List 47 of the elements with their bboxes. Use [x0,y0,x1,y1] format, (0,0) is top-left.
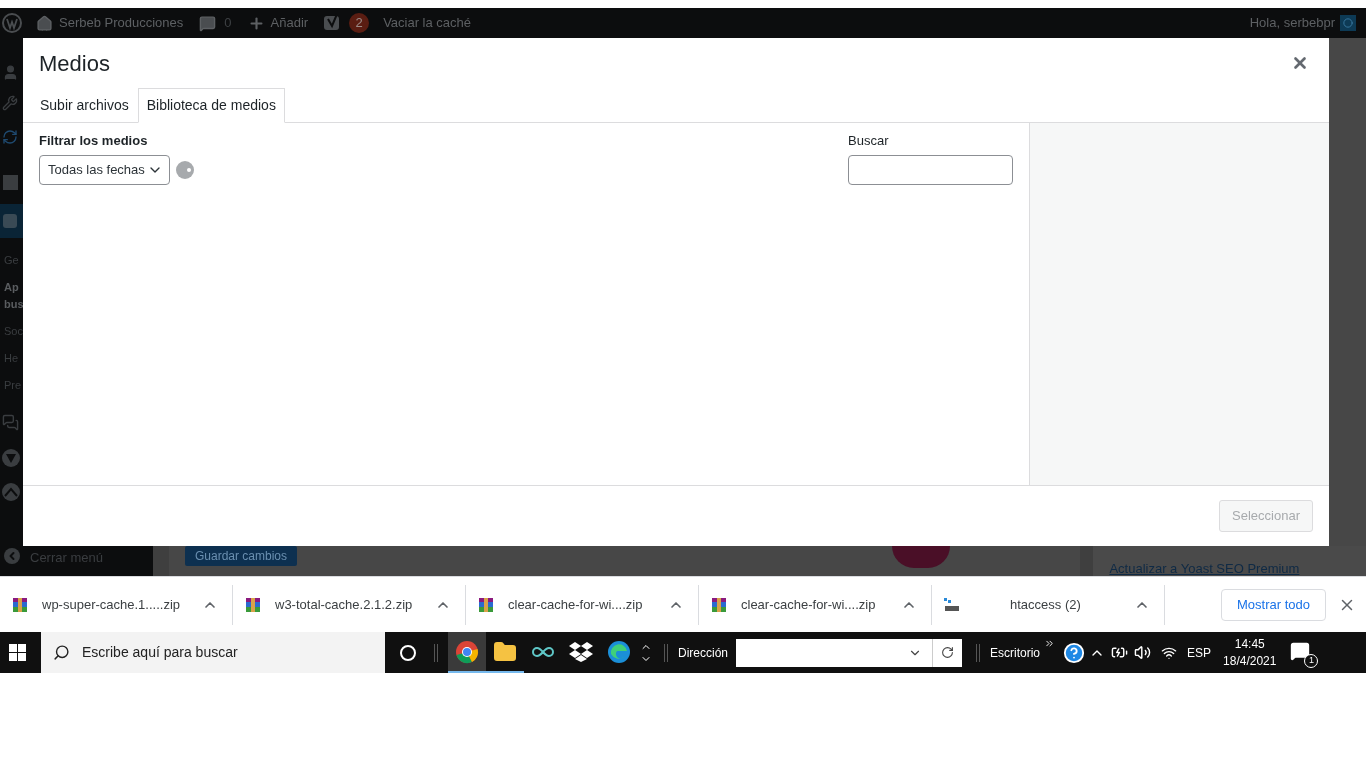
archive-icon [478,596,494,613]
sidebar-menu-item[interactable]: Ap bus [4,279,24,313]
comment-icon [199,14,217,32]
download-item[interactable]: wp-super-cache.1.....zip [12,594,202,615]
taskbar-search-field[interactable]: Escribe aquí para buscar [41,632,385,673]
help-icon[interactable] [1063,641,1086,664]
archive-icon [245,596,261,613]
clock[interactable]: 14:45 18/4/2021 [1223,635,1277,670]
spinner-icon [176,161,194,179]
date-filter-dropdown[interactable]: Todas las fechas [39,155,170,185]
add-new-link[interactable]: Añadir [270,13,309,33]
desktop-label: Escritorio [990,644,1041,662]
search-field[interactable] [848,155,1013,185]
filter-label: Filtrar los medios [39,133,149,149]
plus-icon [247,14,265,32]
home-icon [36,14,53,32]
archive-icon [711,596,727,613]
archive-icon [12,596,28,613]
circle-graphic [892,546,951,568]
tab[interactable]: Subir archivos [31,88,138,123]
show-all-button[interactable]: Mostrar todo [1221,588,1326,621]
notification-badge: 2 [349,13,370,33]
notification-count: 1 [1304,653,1319,668]
download-item[interactable]: w3-total-cache.2.1.2.zip [245,594,435,615]
taskbar-app[interactable] [448,632,486,673]
clear-cache-link[interactable]: Vaciar la caché [383,13,472,33]
download-item[interactable]: htaccess (2) [944,594,1134,615]
save-changes-button[interactable]: Guardar cambios [185,546,298,566]
address-field[interactable] [736,638,962,667]
modal-title: Medios [39,49,110,78]
greeting-link[interactable]: Hola, serbebpr [1249,13,1335,33]
download-item[interactable]: clear-cache-for-wi....zip [478,594,668,615]
folder-icon [493,639,517,664]
chevrons-right-icon[interactable] [1044,638,1056,649]
search-icon [53,644,70,661]
tab[interactable]: Biblioteca de medios [137,88,285,123]
download-item[interactable]: clear-cache-for-wi....zip [711,594,901,615]
address-label: Dirección [678,644,728,662]
refresh-icon[interactable] [941,646,954,659]
task-view-icon[interactable] [400,644,416,661]
volume-icon[interactable] [1134,644,1152,661]
site-name-link[interactable]: Serbeb Producciones [59,13,184,33]
language-indicator[interactable]: ESP [1187,643,1212,662]
close-icon[interactable] [1291,54,1309,72]
windows-start-icon[interactable] [9,644,26,661]
search-label: Buscar [848,133,890,149]
drive-icon [944,597,960,612]
